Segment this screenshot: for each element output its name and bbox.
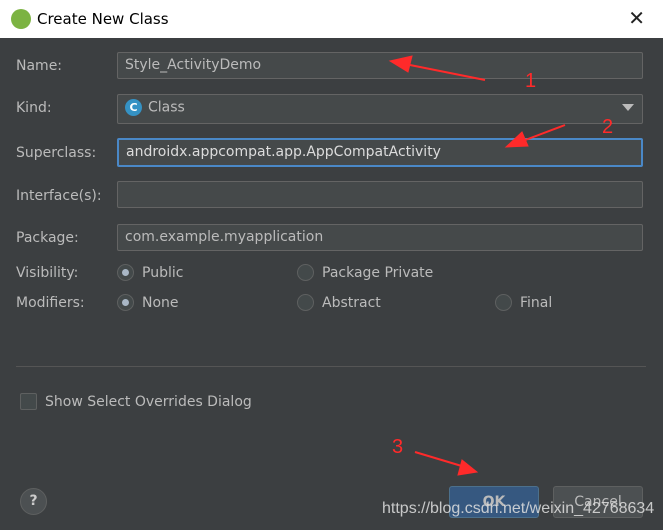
arrow-1-head	[388, 55, 413, 73]
arrow-2	[519, 124, 566, 143]
annotation-2: 2	[602, 116, 614, 138]
arrow-3	[414, 451, 466, 468]
watermark: https://blog.csdn.net/weixin_42768634	[382, 500, 655, 517]
arrow-1	[399, 62, 486, 81]
annotation-arrows	[388, 55, 566, 476]
annotation-3: 3	[392, 436, 404, 458]
annotation-1: 1	[525, 70, 537, 92]
arrow-3-head	[457, 459, 479, 476]
arrow-2-head	[504, 131, 529, 148]
